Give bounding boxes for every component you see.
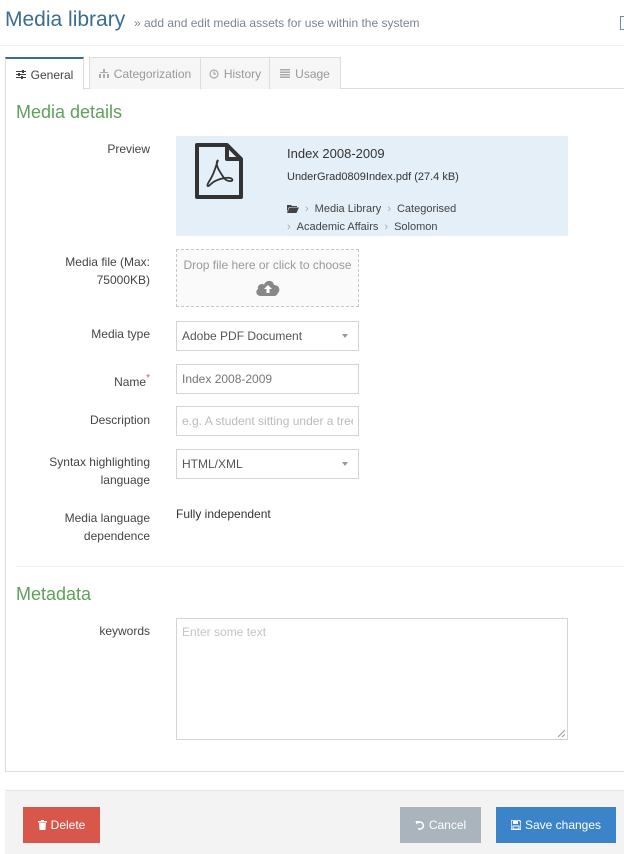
breadcrumb-item[interactable]: Categorised: [397, 203, 456, 215]
preview-label: Preview: [107, 142, 150, 156]
tab-label: Usage: [295, 66, 330, 81]
cancel-label: Cancel: [428, 818, 467, 832]
tab-label: History: [223, 66, 262, 81]
breadcrumb-item[interactable]: Media Library: [315, 203, 382, 215]
list-icon: [280, 69, 291, 78]
description-input[interactable]: e.g. A student sitting under a tree: [176, 406, 359, 436]
trash-icon: [37, 820, 47, 830]
syntax-value: HTML/XML: [182, 457, 243, 471]
page-subtitle: » add and edit media assets for use with…: [134, 16, 420, 30]
required-marker: *: [146, 373, 150, 384]
floppy-disk-icon: [510, 820, 521, 830]
name-input[interactable]: Index 2008-2009: [176, 364, 359, 394]
metadata-heading: Metadata: [16, 584, 92, 604]
tab-bar: General Categorization History Usage: [5, 57, 624, 90]
tab-label: General: [30, 67, 74, 82]
chevron-right-icon: ›: [305, 203, 309, 215]
description-placeholder: e.g. A student sitting under a tree: [182, 414, 353, 428]
dropzone-text: Drop file here or click to choose: [183, 258, 352, 272]
delete-label: Delete: [50, 818, 86, 832]
caret-down-icon: [342, 334, 348, 338]
file-dropzone[interactable]: Drop file here or click to choose: [176, 249, 359, 307]
tab-general[interactable]: General: [5, 57, 84, 90]
tab-categorization[interactable]: Categorization: [89, 57, 201, 89]
name-label: Name*: [114, 370, 150, 391]
language-dependence-value: Fully independent: [176, 507, 271, 521]
pdf-file-icon: [195, 143, 243, 199]
keywords-placeholder: Enter some text: [182, 625, 267, 639]
clock-icon: [209, 68, 219, 79]
save-label: Save changes: [524, 818, 602, 832]
keywords-label: keywords: [99, 624, 150, 638]
media-type-value: Adobe PDF Document: [182, 329, 303, 343]
media-type-label: Media type: [91, 327, 150, 341]
section-divider: [16, 566, 624, 567]
form-footer: Delete Cancel Save changes: [5, 790, 624, 854]
breadcrumb-item[interactable]: Academic Affairs: [297, 221, 379, 233]
chevron-right-icon: ›: [387, 203, 391, 215]
chevron-right-icon: ›: [384, 221, 389, 233]
syntax-select[interactable]: HTML/XML: [176, 449, 359, 479]
delete-button[interactable]: Delete: [23, 807, 100, 843]
resize-handle-icon[interactable]: [557, 729, 565, 737]
chevron-right-icon: ›: [287, 221, 291, 233]
cancel-button[interactable]: Cancel: [400, 807, 481, 843]
tab-label: Categorization: [113, 66, 192, 81]
media-type-select[interactable]: Adobe PDF Document: [176, 321, 359, 351]
undo-icon: [415, 821, 424, 830]
media-file-label: Media file (Max: 75000KB): [65, 255, 150, 287]
page-title: Media library: [5, 8, 126, 31]
caret-down-icon: [342, 462, 348, 466]
folder-breadcrumb: › Media Library › Categorised › Academic Affa…: [287, 200, 487, 236]
tab-history[interactable]: History: [200, 57, 270, 89]
name-label-text: Name: [114, 375, 147, 389]
panel-toggle-icon[interactable]: [620, 16, 624, 30]
tab-usage[interactable]: Usage: [269, 57, 341, 89]
cloud-upload-icon: [255, 280, 279, 296]
name-value: Index 2008-2009: [182, 372, 273, 386]
language-dependence-label: Media language dependence: [64, 511, 150, 543]
preview-filename: UnderGrad0809Index.pdf (27.4 kB): [287, 171, 459, 183]
keywords-textarea[interactable]: Enter some text: [176, 618, 568, 740]
folder-open-icon: [287, 205, 299, 213]
sliders-icon: [15, 70, 26, 79]
save-button[interactable]: Save changes: [496, 807, 616, 843]
syntax-label: Syntax highlighting language: [49, 455, 150, 487]
page-header: Media library » add and edit media asset…: [0, 0, 624, 46]
media-details-heading: Media details: [16, 102, 123, 122]
description-label: Description: [89, 413, 150, 427]
preview-title: Index 2008-2009: [287, 146, 385, 161]
media-preview: Index 2008-2009 UnderGrad0809Index.pdf (…: [176, 136, 568, 236]
sitemap-icon: [98, 69, 109, 78]
breadcrumb-item[interactable]: Solomon: [394, 221, 437, 233]
